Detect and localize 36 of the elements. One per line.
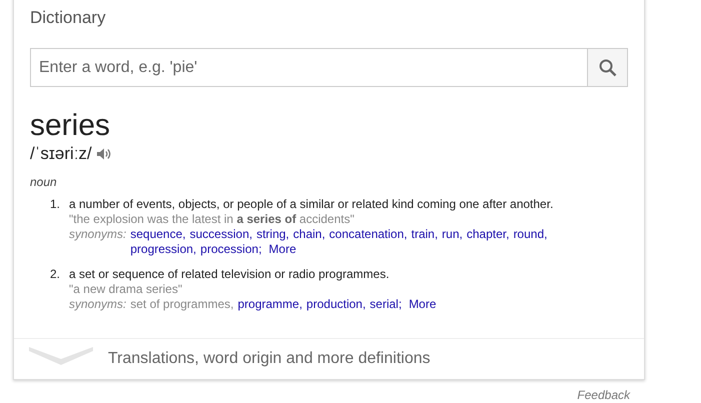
example-sentence: "the explosion was the latest in a series of accidents" xyxy=(69,212,356,227)
synonym-link[interactable]: round, xyxy=(513,227,548,242)
more-link[interactable]: More xyxy=(408,297,436,312)
expand-label: Translations, word origin and more definitions xyxy=(108,350,430,368)
synonym-link[interactable]: chain, xyxy=(293,227,326,242)
search-icon xyxy=(598,58,618,78)
synonym-link[interactable]: procession; xyxy=(200,242,262,257)
synonym-text: set of programmes, xyxy=(130,297,234,312)
pronunciation: /ˈsɪəriːz/ xyxy=(30,143,92,165)
synonym-link[interactable]: production, xyxy=(306,297,366,312)
speaker-icon[interactable] xyxy=(96,147,112,161)
definition-number: 1. xyxy=(50,197,62,213)
card-title: Dictionary xyxy=(30,8,107,29)
synonyms-label: synonyms: xyxy=(69,297,126,312)
synonyms-label: synonyms: xyxy=(69,227,126,243)
definition-number: 2. xyxy=(50,267,62,283)
synonym-link[interactable]: programme, xyxy=(238,297,302,312)
synonym-link[interactable]: serial; xyxy=(370,297,402,312)
synonym-link[interactable]: progression, xyxy=(130,242,196,257)
more-link[interactable]: More xyxy=(268,242,296,257)
definition-text: a set or sequence of related television or radio programmes. xyxy=(69,267,390,282)
headword: series xyxy=(30,109,112,143)
feedback-link[interactable]: Feedback xyxy=(577,388,630,402)
search-field[interactable]: Enter a word, e.g. 'pie' xyxy=(30,48,587,87)
part-of-speech: noun xyxy=(30,175,58,189)
synonym-link[interactable]: train, xyxy=(411,227,438,242)
synonym-link[interactable]: sequence, xyxy=(130,227,186,242)
expand-bar[interactable]: Translations, word origin and more definitions xyxy=(14,338,644,379)
example-sentence: "a new drama series" xyxy=(69,282,184,297)
synonym-link[interactable]: concatenation, xyxy=(329,227,408,242)
synonym-link[interactable]: succession, xyxy=(190,227,252,242)
synonym-link[interactable]: chapter, xyxy=(466,227,510,242)
synonym-link[interactable]: run, xyxy=(442,227,463,242)
search-button[interactable] xyxy=(587,48,628,87)
definition-text: a number of events, objects, or people of a similar or related kind coming one after another. xyxy=(69,197,554,212)
synonym-link[interactable]: string, xyxy=(256,227,290,242)
